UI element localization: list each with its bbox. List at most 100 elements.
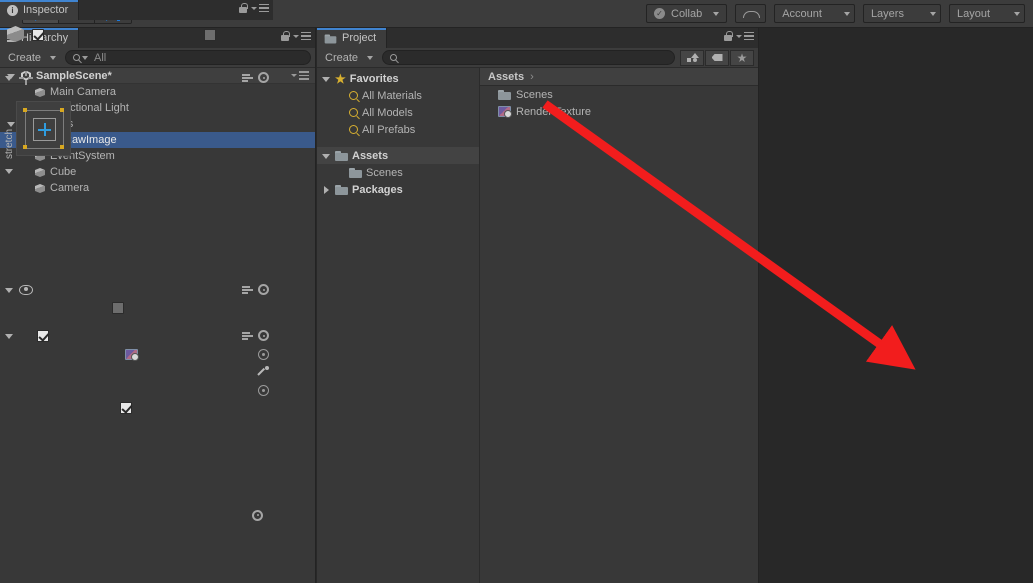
cloud-button[interactable]	[735, 4, 767, 23]
raycast-target-checkbox[interactable]	[120, 402, 132, 414]
asset-item-label: Render Texture	[516, 105, 592, 118]
anchor-preset-button[interactable]	[16, 101, 71, 156]
info-icon: i	[7, 4, 18, 16]
gameobject-icon	[34, 86, 46, 98]
anchor-preset-left-label: stretch	[4, 128, 15, 159]
foldout-icon[interactable]	[4, 166, 14, 176]
asset-item-scenes[interactable]: Scenes	[480, 86, 758, 103]
project-tree-item-all-materials[interactable]: All Materials	[317, 87, 479, 104]
preset-icon[interactable]	[242, 330, 253, 341]
gear-icon[interactable]	[258, 72, 269, 83]
foldout-icon[interactable]	[4, 73, 14, 83]
lock-icon[interactable]	[724, 31, 733, 41]
breadcrumb: Assets ›	[480, 68, 758, 86]
project-tree-item-favorites[interactable]: ★ Favorites	[317, 70, 479, 87]
inspector-tabstrip: i Inspector	[0, 0, 273, 20]
project-tabstrip: Project	[317, 28, 758, 48]
hierarchy-item-label: Main Camera	[50, 86, 117, 98]
canvas-renderer-icon	[19, 284, 33, 295]
asset-list: Scenes Render Texture	[480, 86, 758, 120]
foldout-icon[interactable]	[321, 74, 331, 84]
project-tree-item-label: All Prefabs	[362, 123, 416, 136]
foldout-spacer	[20, 87, 30, 97]
menu-icon[interactable]	[293, 31, 311, 41]
breadcrumb-assets[interactable]: Assets	[488, 71, 524, 83]
tab-project[interactable]: Project	[317, 28, 388, 48]
tag-icon	[711, 54, 723, 61]
filter-by-type-button[interactable]	[680, 49, 704, 66]
hierarchy-toolbar: Create All	[0, 48, 315, 68]
search-icon	[390, 54, 398, 61]
collab-check-icon: ✓	[654, 8, 665, 19]
hierarchy-item-camera[interactable]: Camera	[0, 180, 315, 196]
favorites-button[interactable]: ★	[730, 49, 754, 66]
tab-inspector[interactable]: i Inspector	[0, 0, 80, 20]
folder-icon	[335, 150, 348, 161]
collab-label: Collab	[671, 7, 703, 20]
hierarchy-create-button[interactable]: Create	[4, 52, 60, 64]
asset-item-render-texture[interactable]: Render Texture	[480, 103, 758, 120]
star-icon: ★	[335, 71, 346, 86]
static-checkbox[interactable]	[204, 29, 216, 41]
shapes-icon	[686, 53, 699, 62]
scene-menu-icon[interactable]	[291, 71, 309, 80]
filter-by-label-button[interactable]	[705, 49, 729, 66]
hierarchy-search-text: All	[94, 51, 107, 64]
foldout-icon[interactable]	[4, 331, 14, 341]
project-search-input[interactable]	[382, 50, 675, 65]
tab-inspector-label: Inspector	[23, 4, 69, 16]
asset-item-label: Scenes	[516, 88, 553, 101]
account-dropdown[interactable]: Account	[774, 4, 855, 23]
gameobject-enabled-checkbox[interactable]	[32, 29, 44, 41]
material-picker-icon[interactable]	[258, 384, 269, 396]
tab-project-label: Project	[342, 32, 377, 44]
gear-icon[interactable]	[258, 330, 269, 341]
lock-icon[interactable]	[239, 3, 248, 13]
search-icon	[349, 108, 358, 117]
toolbar-right-group: ✓ Collab Account Layers Layout	[646, 4, 1025, 23]
cull-transparent-checkbox[interactable]	[112, 302, 125, 314]
hierarchy-item-label: RawImage	[64, 134, 117, 146]
foldout-icon[interactable]	[321, 151, 331, 161]
foldout-spacer	[335, 168, 345, 178]
star-icon: ★	[736, 50, 748, 65]
gear-icon[interactable]	[252, 509, 263, 521]
foldout-icon[interactable]	[4, 285, 14, 295]
menu-icon[interactable]	[736, 31, 754, 41]
foldout-icon[interactable]	[321, 185, 331, 195]
project-tree-item-all-prefabs[interactable]: All Prefabs	[317, 121, 479, 138]
chevron-down-icon	[50, 55, 57, 60]
folder-icon	[349, 167, 362, 178]
menu-icon[interactable]	[251, 3, 269, 13]
project-create-label: Create	[325, 51, 359, 64]
lock-icon[interactable]	[281, 31, 290, 41]
layers-dropdown[interactable]: Layers	[862, 4, 941, 23]
project-tree-item-packages[interactable]: Packages	[317, 181, 479, 198]
project-create-button[interactable]: Create	[321, 52, 377, 64]
preset-icon[interactable]	[242, 72, 253, 83]
gear-icon[interactable]	[258, 284, 269, 295]
hierarchy-item-cube[interactable]: Cube	[0, 164, 315, 180]
raw-image-enabled-checkbox[interactable]	[37, 329, 49, 342]
collab-button[interactable]: ✓ Collab	[646, 4, 728, 23]
hierarchy-search-input[interactable]: All	[65, 50, 311, 65]
eyedropper-icon[interactable]	[257, 366, 269, 378]
project-tree-item-assets[interactable]: Assets	[317, 147, 479, 164]
texture-picker-icon[interactable]	[258, 348, 269, 360]
project-panel: Project Create ★ ★ Favorites All Materia…	[317, 28, 759, 583]
preset-icon[interactable]	[242, 284, 253, 295]
account-label: Account	[782, 7, 822, 20]
layout-dropdown[interactable]: Layout	[948, 4, 1025, 23]
project-tree-item-all-models[interactable]: All Models	[317, 104, 479, 121]
search-icon	[73, 54, 81, 61]
foldout-spacer	[20, 183, 30, 193]
project-tree-item-label: Assets	[352, 149, 389, 162]
hierarchy-item-main-camera[interactable]: Main Camera	[0, 84, 315, 100]
chevron-down-icon	[367, 55, 374, 60]
stretch-arrows-icon	[38, 123, 51, 136]
chevron-down-icon	[713, 11, 720, 16]
gameobject-icon	[34, 166, 46, 178]
chevron-down-icon	[1014, 11, 1020, 16]
project-tree-item-scenes[interactable]: Scenes	[317, 164, 479, 181]
search-icon	[349, 91, 358, 100]
